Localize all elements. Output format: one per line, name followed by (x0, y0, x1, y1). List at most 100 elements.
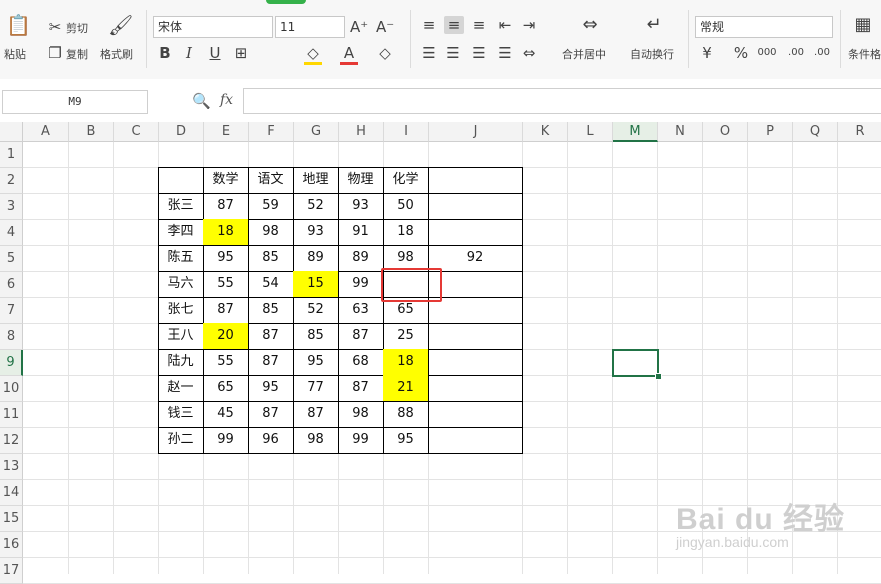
score-cell[interactable]: 85 (248, 297, 294, 324)
decrease-font-icon[interactable]: A⁻ (376, 18, 394, 36)
score-cell[interactable]: 96 (248, 427, 294, 454)
name-cell[interactable]: 陈五 (158, 245, 204, 272)
row-header-13[interactable]: 13 (0, 454, 23, 480)
align-right-icon[interactable]: ☰ (470, 44, 488, 62)
column-header-h[interactable]: H (339, 122, 384, 142)
score-cell[interactable]: 59 (248, 193, 294, 220)
number-format-select[interactable]: 常规 (695, 16, 833, 38)
name-cell[interactable]: 钱三 (158, 401, 204, 428)
score-cell[interactable]: 87 (338, 375, 384, 402)
name-cell[interactable]: 张三 (158, 193, 204, 220)
clear-format-icon[interactable]: ◇ (376, 44, 394, 62)
score-cell[interactable]: 91 (338, 219, 384, 246)
row-header-16[interactable]: 16 (0, 532, 23, 558)
conditional-format-icon[interactable]: ▦ (852, 16, 874, 34)
score-cell[interactable]: 21 (383, 375, 429, 402)
row-header-7[interactable]: 7 (0, 298, 23, 324)
score-cell[interactable] (428, 297, 523, 324)
column-header-d[interactable]: D (159, 122, 204, 142)
name-cell[interactable]: 孙二 (158, 427, 204, 454)
name-cell[interactable]: 陆九 (158, 349, 204, 376)
score-cell[interactable]: 87 (293, 401, 339, 428)
wrap-text-button[interactable]: 自动换行 (630, 46, 674, 62)
justify-icon[interactable]: ☰ (496, 44, 514, 62)
indent-decrease-icon[interactable]: ⇤ (496, 16, 514, 34)
column-header-o[interactable]: O (703, 122, 748, 142)
column-header-r[interactable]: R (838, 122, 881, 142)
row-header-10[interactable]: 10 (0, 376, 23, 402)
score-cell[interactable]: 15 (293, 271, 339, 298)
score-cell[interactable] (428, 193, 523, 220)
score-cell[interactable]: 99 (203, 427, 249, 454)
score-cell[interactable]: 95 (203, 245, 249, 272)
score-cell[interactable] (428, 219, 523, 246)
header-cell[interactable] (428, 167, 523, 194)
column-header-g[interactable]: G (294, 122, 339, 142)
score-cell[interactable] (428, 323, 523, 350)
bold-icon[interactable]: B (156, 44, 174, 62)
score-cell[interactable]: 25 (383, 323, 429, 350)
name-box[interactable]: M9 (2, 90, 148, 114)
column-header-n[interactable]: N (658, 122, 703, 142)
score-cell[interactable]: 18 (383, 219, 429, 246)
column-header-a[interactable]: A (23, 122, 69, 142)
column-header-c[interactable]: C (114, 122, 159, 142)
column-header-e[interactable]: E (204, 122, 249, 142)
header-cell[interactable]: 数学 (203, 167, 249, 194)
score-cell[interactable]: 87 (248, 401, 294, 428)
score-cell[interactable]: 52 (293, 297, 339, 324)
currency-icon[interactable]: ¥ (698, 44, 716, 62)
header-cell[interactable]: 化学 (383, 167, 429, 194)
score-cell[interactable]: 52 (293, 193, 339, 220)
score-cell[interactable]: 98 (293, 427, 339, 454)
row-header-1[interactable]: 1 (0, 142, 23, 168)
conditional-format-button[interactable]: 条件格 (848, 46, 881, 62)
row-header-6[interactable]: 6 (0, 272, 23, 298)
score-cell[interactable]: 98 (338, 401, 384, 428)
decrease-decimal-button[interactable]: .00 (812, 44, 832, 62)
score-cell[interactable]: 50 (383, 193, 429, 220)
score-cell[interactable]: 87 (203, 297, 249, 324)
formula-input[interactable] (243, 88, 881, 114)
name-cell[interactable]: 李四 (158, 219, 204, 246)
paste-button[interactable]: 粘贴 (4, 46, 26, 62)
column-header-k[interactable]: K (523, 122, 568, 142)
score-cell[interactable] (428, 427, 523, 454)
score-cell[interactable]: 89 (338, 245, 384, 272)
score-cell[interactable]: 87 (248, 323, 294, 350)
wrap-text-icon[interactable]: ↵ (642, 16, 666, 34)
paste-icon[interactable]: 📋 (6, 15, 31, 38)
align-middle-icon[interactable]: ≡ (444, 16, 464, 34)
name-cell[interactable]: 张七 (158, 297, 204, 324)
format-painter-button[interactable]: 格式刷 (100, 46, 133, 62)
fill-color-icon[interactable]: ◇ (304, 44, 322, 65)
column-header-f[interactable]: F (249, 122, 294, 142)
score-cell[interactable]: 93 (293, 219, 339, 246)
score-cell[interactable]: 95 (293, 349, 339, 376)
fx-icon[interactable]: fx (220, 92, 233, 108)
italic-icon[interactable]: I (180, 44, 198, 62)
active-cell-selection[interactable] (612, 349, 659, 377)
score-cell[interactable] (428, 375, 523, 402)
format-painter-icon[interactable]: 🖌 (108, 15, 133, 35)
header-cell[interactable]: 地理 (293, 167, 339, 194)
fill-handle[interactable] (655, 373, 662, 380)
row-header-3[interactable]: 3 (0, 194, 23, 220)
row-header-12[interactable]: 12 (0, 428, 23, 454)
column-header-b[interactable]: B (69, 122, 114, 142)
copy-button[interactable]: 复制 (66, 46, 88, 62)
score-cell[interactable] (428, 271, 523, 298)
align-left-icon[interactable]: ☰ (420, 44, 438, 62)
row-header-2[interactable]: 2 (0, 168, 23, 194)
underline-icon[interactable]: U (206, 44, 224, 62)
copy-icon[interactable]: ❐ (46, 44, 64, 62)
score-cell[interactable]: 18 (203, 219, 249, 246)
zoom-icon[interactable]: 🔍 (192, 92, 211, 110)
row-header-4[interactable]: 4 (0, 220, 23, 246)
score-cell[interactable]: 95 (383, 427, 429, 454)
merge-center-icon[interactable]: ⇔ (578, 16, 602, 34)
score-cell[interactable]: 77 (293, 375, 339, 402)
score-cell[interactable]: 18 (383, 349, 429, 376)
header-cell[interactable] (158, 167, 204, 194)
percent-button[interactable]: % (732, 44, 750, 62)
